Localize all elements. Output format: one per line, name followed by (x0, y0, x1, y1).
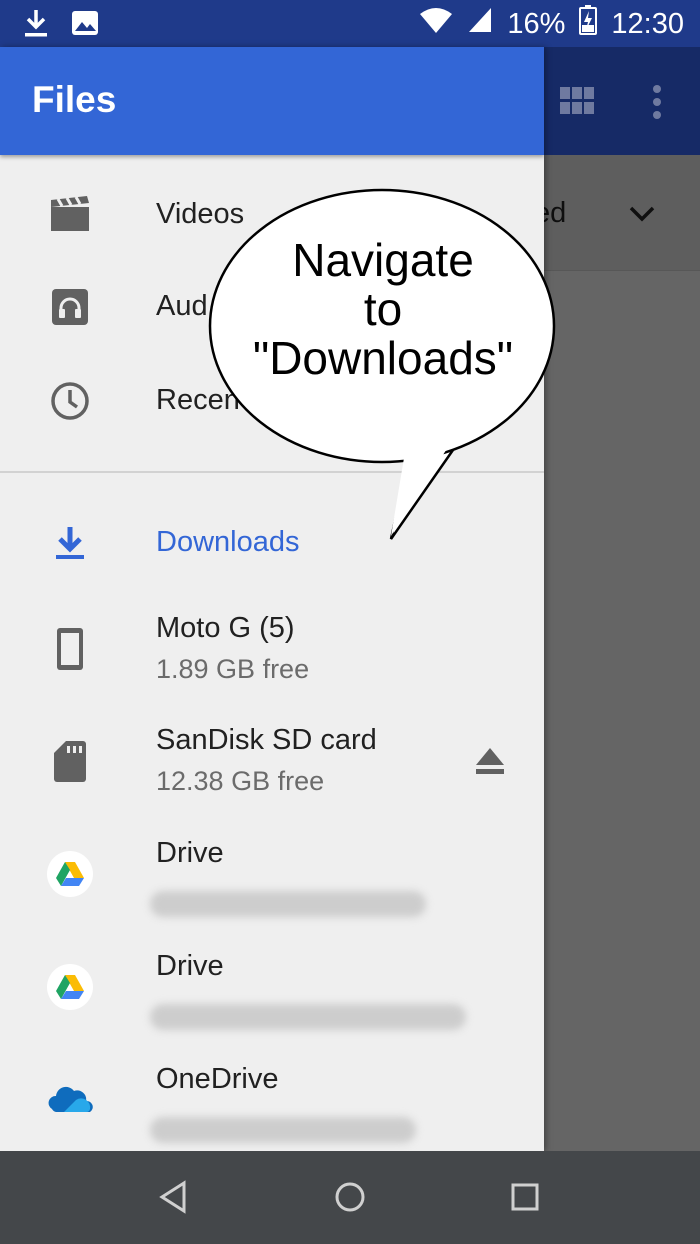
clock-time: 12:30 (611, 7, 684, 40)
redacted-account (150, 1117, 416, 1143)
drawer-item-label: Drive (156, 837, 224, 869)
speech-bubble-line: Navigate (292, 234, 474, 286)
speech-bubble-text: Navigate to "Downloads" (208, 236, 558, 383)
system-nav-bar (0, 1151, 700, 1244)
drawer-item-label: SanDisk SD card (156, 724, 377, 756)
background-app-bar (544, 47, 700, 155)
drawer-item-onedrive[interactable]: OneDrive (0, 1055, 544, 1145)
image-icon (70, 8, 100, 43)
onedrive-icon (46, 1076, 94, 1124)
recents-icon[interactable] (507, 1179, 543, 1215)
audio-icon (46, 283, 94, 331)
google-drive-icon (46, 850, 94, 898)
battery-charging-icon (579, 5, 598, 43)
drawer-item-device-storage[interactable]: Moto G (5) 1.89 GB free (0, 604, 544, 694)
chevron-down-icon (628, 205, 656, 228)
download-icon (22, 8, 50, 43)
background-file-list (544, 272, 700, 1151)
drawer-item-drive[interactable]: Drive (0, 942, 544, 1032)
sd-card-icon (46, 737, 94, 785)
background-sort-bar: ed (534, 155, 700, 271)
battery-percent: 16% (507, 7, 566, 40)
home-icon[interactable] (332, 1179, 368, 1215)
grid-view-icon (560, 87, 594, 120)
drawer-item-label: Drive (156, 950, 224, 982)
drawer-item-label: OneDrive (156, 1063, 279, 1095)
back-icon[interactable] (156, 1179, 192, 1215)
drawer-item-label: Aud (156, 290, 208, 322)
drawer-item-sd-card[interactable]: SanDisk SD card 12.38 GB free (0, 716, 544, 806)
drawer-header: Files (0, 47, 544, 155)
redacted-account (150, 891, 426, 917)
drawer-item-label: Moto G (5) (156, 612, 295, 644)
google-drive-icon (46, 963, 94, 1011)
speech-bubble-line: "Downloads" (252, 332, 514, 384)
video-icon (46, 191, 94, 239)
clock-icon (46, 377, 94, 425)
drawer-title: Files (32, 79, 117, 120)
download-icon (46, 519, 94, 567)
status-bar: 16% 12:30 (0, 0, 700, 47)
phone-icon (46, 625, 94, 673)
more-vert-icon (652, 85, 662, 124)
drawer-item-free-space: 12.38 GB free (156, 766, 325, 796)
wifi-icon (419, 6, 453, 42)
signal-icon (467, 6, 493, 42)
redacted-account (150, 1004, 466, 1030)
eject-icon[interactable] (474, 746, 506, 781)
drawer-item-free-space: 1.89 GB free (156, 654, 310, 684)
speech-bubble-line: to (363, 283, 403, 335)
drawer-item-drive[interactable]: Drive (0, 829, 544, 919)
